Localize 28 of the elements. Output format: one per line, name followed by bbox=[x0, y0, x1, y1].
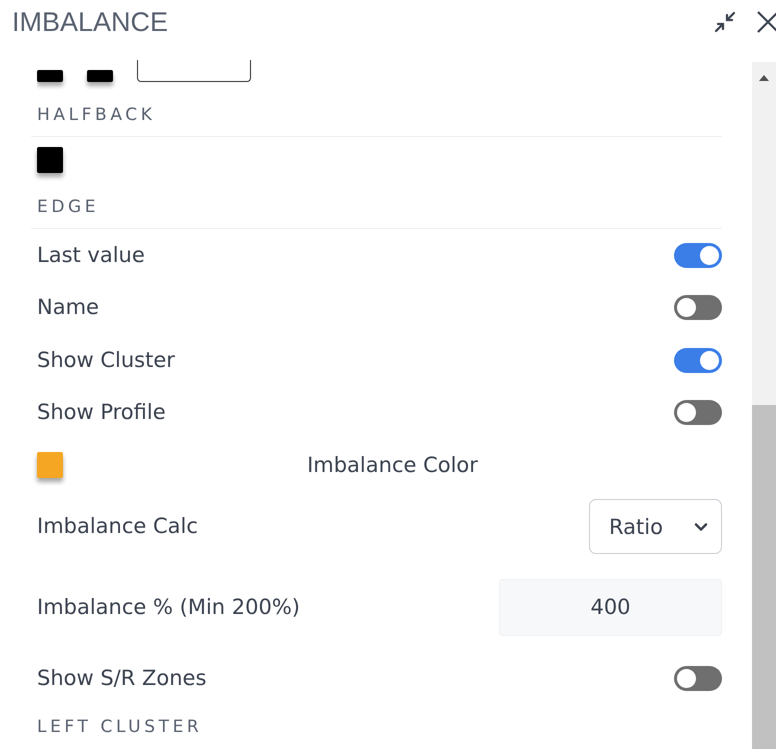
toggle-switch[interactable] bbox=[674, 242, 722, 268]
toggle-switch[interactable] bbox=[674, 666, 722, 692]
number-field[interactable]: 400 bbox=[499, 578, 722, 636]
minimize-icon[interactable] bbox=[714, 11, 736, 33]
color-swatch[interactable] bbox=[37, 452, 63, 478]
toggle-switch[interactable] bbox=[674, 295, 722, 320]
option-label: Show S/R Zones bbox=[37, 665, 206, 692]
section-heading: EDGE bbox=[31, 182, 722, 230]
option-label: Imbalance Color bbox=[306, 452, 479, 477]
panel-title: IMBALANCE bbox=[12, 6, 170, 38]
option-label: Imbalance % (Min 200%) bbox=[37, 594, 300, 621]
option-label: Imbalance Calc bbox=[37, 513, 198, 540]
option-label: Show Profile bbox=[37, 399, 166, 426]
input-field[interactable] bbox=[137, 60, 251, 82]
option-label: Name bbox=[37, 294, 99, 322]
toggle-switch[interactable] bbox=[674, 348, 722, 373]
select-dropdown[interactable]: Ratio bbox=[589, 499, 722, 554]
scrollbar-thumb[interactable] bbox=[752, 405, 776, 749]
section-heading: HALFBACK bbox=[31, 90, 722, 138]
color-swatch[interactable] bbox=[37, 147, 63, 174]
toggle-switch[interactable] bbox=[674, 400, 722, 426]
section-heading: LEFT CLUSTER bbox=[36, 716, 204, 740]
scroll-up-icon[interactable] bbox=[759, 75, 769, 81]
option-label: Last value bbox=[37, 242, 145, 269]
option-label: Show Cluster bbox=[37, 346, 175, 374]
color-swatch[interactable] bbox=[37, 70, 63, 82]
color-swatch[interactable] bbox=[87, 70, 113, 82]
close-icon[interactable] bbox=[756, 10, 776, 34]
